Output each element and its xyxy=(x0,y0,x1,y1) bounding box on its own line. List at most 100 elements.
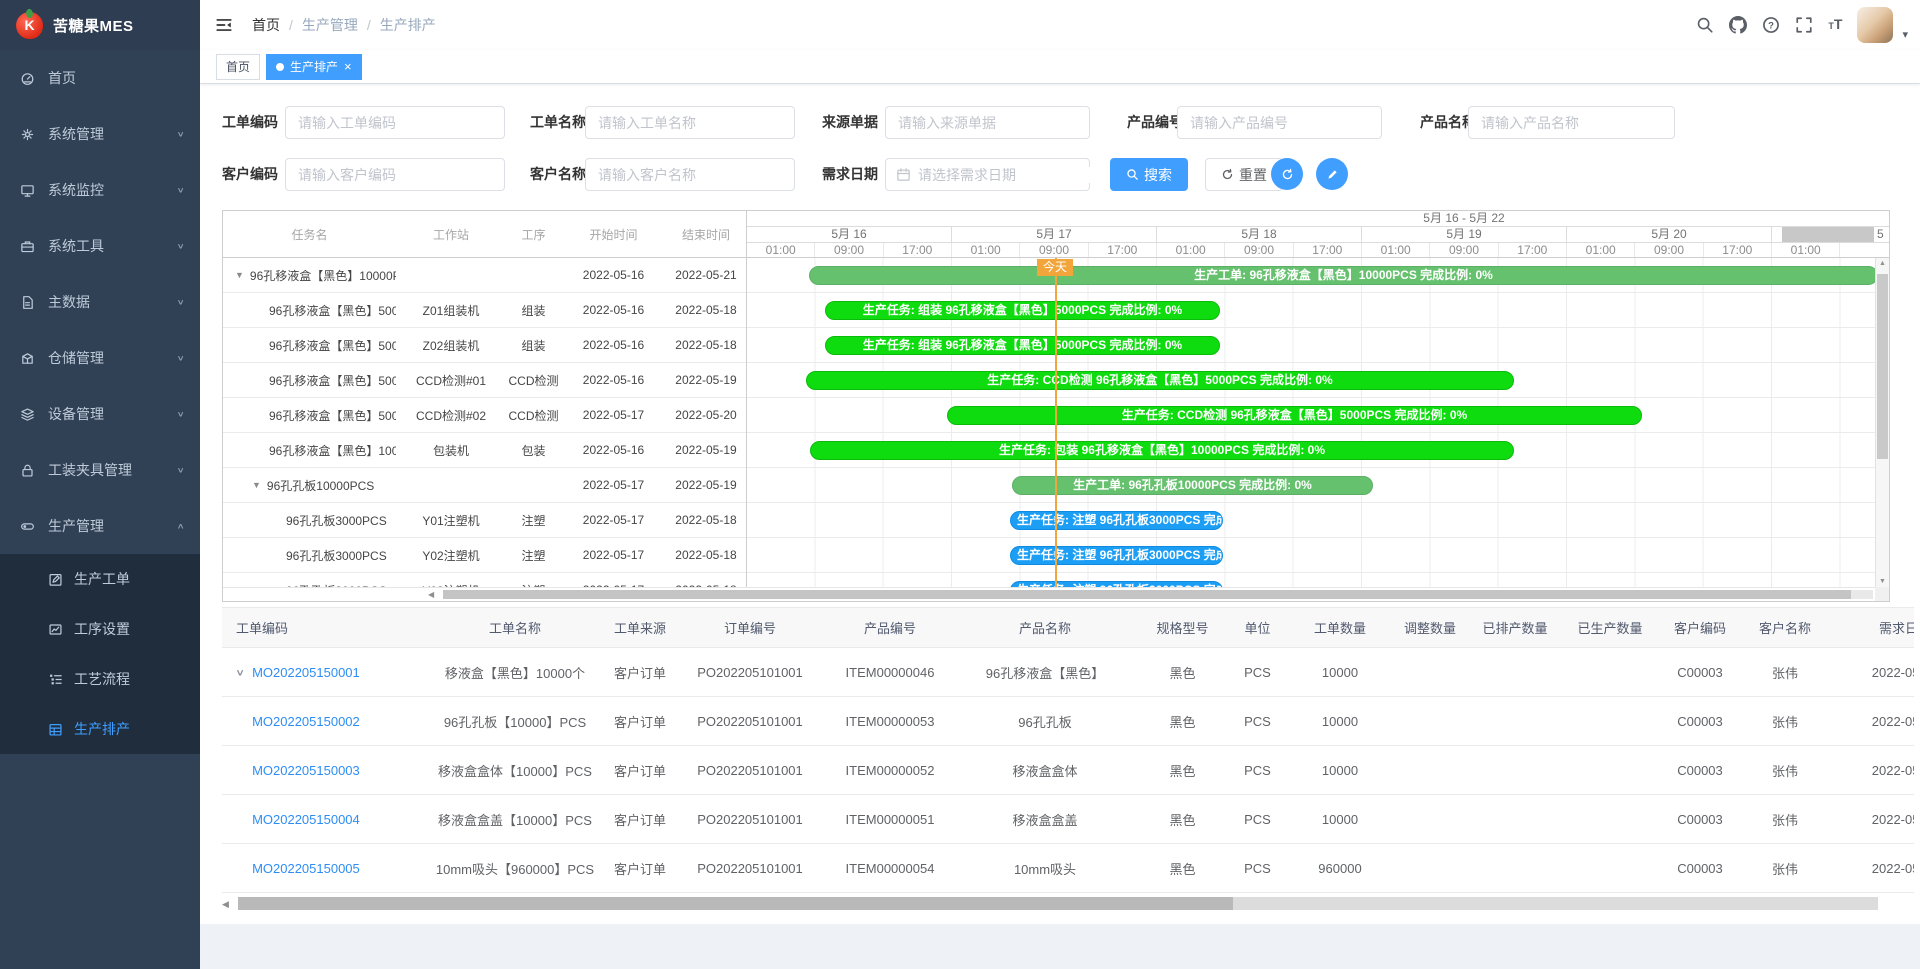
spec-cell: 黑色 xyxy=(1140,810,1225,829)
task-name-cell: 96孔移液盒【黑色】5000PCS xyxy=(223,302,396,319)
sidebar-item-equipment-management[interactable]: 设备管理∨ xyxy=(0,386,200,442)
sidebar-item-process-settings[interactable]: 工序设置 xyxy=(0,604,200,654)
tab-production-scheduling[interactable]: 生产排产 × xyxy=(266,54,362,80)
customer-name-input[interactable] xyxy=(585,158,795,191)
sidebar-item-process-flow[interactable]: 工艺流程 xyxy=(0,654,200,704)
work-order-link[interactable]: MO202205150005 xyxy=(252,861,360,876)
table-horizontal-scrollbar[interactable]: ◀ xyxy=(222,896,1878,911)
avatar[interactable] xyxy=(1857,7,1893,43)
expand-triangle-icon[interactable]: ▼ xyxy=(235,270,244,280)
product-name-input[interactable] xyxy=(1468,106,1675,139)
sidebar-item-warehouse-management[interactable]: 仓储管理∨ xyxy=(0,330,200,386)
user-menu-caret-icon[interactable]: ▾ xyxy=(1902,28,1908,41)
gantt-project-row[interactable]: ▼96孔孔板10000PCS2022-05-172022-05-19 xyxy=(223,468,746,503)
sidebar-item-system-monitoring[interactable]: 系统监控∨ xyxy=(0,162,200,218)
scrollbar-corner xyxy=(1875,587,1889,601)
chevron-up-icon: ∧ xyxy=(176,522,184,530)
customer-code-cell: C00003 xyxy=(1660,763,1740,778)
tab-label: 生产排产 xyxy=(290,58,338,75)
gantt-project-bar[interactable]: 生产工单: 96孔移液盒【黑色】10000PCS 完成比例: 0% xyxy=(809,266,1875,285)
table-scroll-thumb[interactable] xyxy=(238,897,1233,910)
scroll-left-icon[interactable]: ◀ xyxy=(222,899,229,910)
font-size-icon[interactable]: TT xyxy=(1828,17,1842,33)
gantt-task-bar[interactable]: 生产任务: 组装 96孔移液盒【黑色】5000PCS 完成比例: 0% xyxy=(825,336,1220,355)
gantt-task-row[interactable]: 96孔孔板3000PCSY03注塑机注塑2022-05-172022-05-18 xyxy=(223,573,746,587)
gantt-task-row[interactable]: 96孔移液盒【黑色】10000PCS包装机包装2022-05-162022-05… xyxy=(223,433,746,468)
work-order-link[interactable]: MO202205150002 xyxy=(252,714,360,729)
gantt-project-row[interactable]: ▼96孔移液盒【黑色】10000PCS2022-05-162022-05-21 xyxy=(223,258,746,293)
breadcrumb-item[interactable]: 首页 xyxy=(252,15,280,35)
customer-code-input[interactable] xyxy=(285,158,505,191)
column-header-name: 工单名称 xyxy=(420,618,610,637)
scroll-up-icon[interactable]: ▲ xyxy=(1876,260,1889,267)
start-date-cell: 2022-05-17 xyxy=(561,408,666,422)
gantt-task-bar[interactable]: 生产任务: 注塑 96孔孔板3000PCS 完成比例: 0% xyxy=(1010,511,1223,530)
fullscreen-icon[interactable] xyxy=(1795,16,1813,34)
help-icon[interactable]: ? xyxy=(1762,16,1780,34)
breadcrumb: 首页/生产管理/生产排产 xyxy=(252,15,436,35)
vertical-scroll-thumb[interactable] xyxy=(1877,274,1888,459)
gantt-hour-label: 01:00 xyxy=(747,243,815,257)
sidebar-item-production-management[interactable]: 生产管理∧ xyxy=(0,498,200,554)
gantt-vertical-scrollbar[interactable]: ▲ ▼ xyxy=(1875,258,1889,587)
expand-triangle-icon[interactable]: ▼ xyxy=(252,480,261,490)
product-code-label: 产品编号 xyxy=(1127,106,1183,139)
sidebar-item-system-tools[interactable]: 系统工具∨ xyxy=(0,218,200,274)
gantt-task-bar[interactable]: 生产任务: 包装 96孔移液盒【黑色】10000PCS 完成比例: 0% xyxy=(810,441,1514,460)
process-cell: 注塑 xyxy=(506,512,561,529)
gantt-column-header: 开始时间 xyxy=(561,226,666,243)
expand-row-icon[interactable]: ∨ xyxy=(235,666,245,677)
gantt-task-bar[interactable]: 生产任务: CCD检测 96孔移液盒【黑色】5000PCS 完成比例: 0% xyxy=(947,406,1642,425)
work-order-code-input[interactable] xyxy=(285,106,505,139)
tab-home[interactable]: 首页 xyxy=(216,54,260,80)
close-icon[interactable]: × xyxy=(344,60,352,73)
gantt-hour-label: 01:00 xyxy=(1157,243,1225,257)
workstation-cell: CCD检测#01 xyxy=(396,372,506,389)
product-code-input[interactable] xyxy=(1177,106,1382,139)
gantt-task-bar[interactable]: 生产任务: CCD检测 96孔移液盒【黑色】5000PCS 完成比例: 0% xyxy=(806,371,1514,390)
sidebar-item-master-data[interactable]: 主数据∨ xyxy=(0,274,200,330)
table-row: ∨MO202205150003移液盒盒体【10000】PCS客户订单PO2022… xyxy=(222,746,1914,795)
gantt-day-label: 5月 17 xyxy=(952,227,1157,242)
reset-button-label: 重置 xyxy=(1239,165,1267,185)
gantt-task-bar[interactable]: 生产任务: 注塑 96孔孔板3000PCS 完成比例: 0% xyxy=(1010,546,1223,565)
work-order-link[interactable]: MO202205150001 xyxy=(252,665,360,680)
sidebar-item-home[interactable]: 首页 xyxy=(0,50,200,106)
gantt-hour-label: 09:00 xyxy=(815,243,883,257)
document-icon xyxy=(20,295,35,310)
gantt-task-bar[interactable]: 生产任务: 组装 96孔移液盒【黑色】5000PCS 完成比例: 0% xyxy=(825,301,1220,320)
source-document-input[interactable] xyxy=(885,106,1090,139)
product-code-cell: ITEM00000054 xyxy=(830,861,950,876)
search-button[interactable]: 搜索 xyxy=(1110,158,1188,191)
gantt-task-row[interactable]: 96孔移液盒【黑色】5000PCSCCD检测#02CCD检测2022-05-17… xyxy=(223,398,746,433)
sidebar-item-tooling-fixture-management[interactable]: 工装夹具管理∨ xyxy=(0,442,200,498)
edit-schedule-button[interactable] xyxy=(1316,158,1348,190)
sidebar-collapse-icon[interactable] xyxy=(200,16,248,34)
work-order-name-input[interactable] xyxy=(585,106,795,139)
gantt-task-row[interactable]: 96孔孔板3000PCSY01注塑机注塑2022-05-172022-05-18 xyxy=(223,503,746,538)
refresh-grid-button[interactable] xyxy=(1271,158,1303,190)
sidebar-item-production-scheduling[interactable]: 生产排产 xyxy=(0,704,200,754)
scroll-down-icon[interactable]: ▼ xyxy=(1876,578,1889,585)
work-order-link[interactable]: MO202205150004 xyxy=(252,812,360,827)
gantt-horizontal-scrollbar[interactable]: ◀ xyxy=(223,587,1875,601)
gantt-task-row[interactable]: 96孔移液盒【黑色】5000PCSZ01组装机组装2022-05-162022-… xyxy=(223,293,746,328)
sidebar-item-production-work-order[interactable]: 生产工单 xyxy=(0,554,200,604)
horizontal-scroll-thumb[interactable] xyxy=(443,590,1851,599)
chevron-down-icon: ∨ xyxy=(176,130,184,138)
work-order-link[interactable]: MO202205150003 xyxy=(252,763,360,778)
github-icon[interactable] xyxy=(1729,16,1747,34)
product-name-cell: 96孔移液盒【黑色】 xyxy=(950,663,1140,682)
gantt-project-bar[interactable]: 生产工单: 96孔孔板10000PCS 完成比例: 0% xyxy=(1012,476,1373,495)
column-header-code: 工单编码 xyxy=(222,618,420,637)
breadcrumb-item[interactable]: 生产管理 xyxy=(302,15,358,35)
scroll-left-icon[interactable]: ◀ xyxy=(428,590,434,599)
sidebar-item-system-management[interactable]: 系统管理∨ xyxy=(0,106,200,162)
demand-date-field[interactable] xyxy=(885,158,1090,191)
gantt-task-row[interactable]: 96孔移液盒【黑色】5000PCSCCD检测#01CCD检测2022-05-16… xyxy=(223,363,746,398)
demand-date-input[interactable] xyxy=(918,167,1099,183)
gantt-task-row[interactable]: 96孔孔板3000PCSY02注塑机注塑2022-05-172022-05-18 xyxy=(223,538,746,573)
search-icon[interactable] xyxy=(1696,16,1714,34)
task-name: 96孔移液盒【黑色】5000PCS xyxy=(269,337,396,354)
gantt-task-row[interactable]: 96孔移液盒【黑色】5000PCSZ02组装机组装2022-05-162022-… xyxy=(223,328,746,363)
